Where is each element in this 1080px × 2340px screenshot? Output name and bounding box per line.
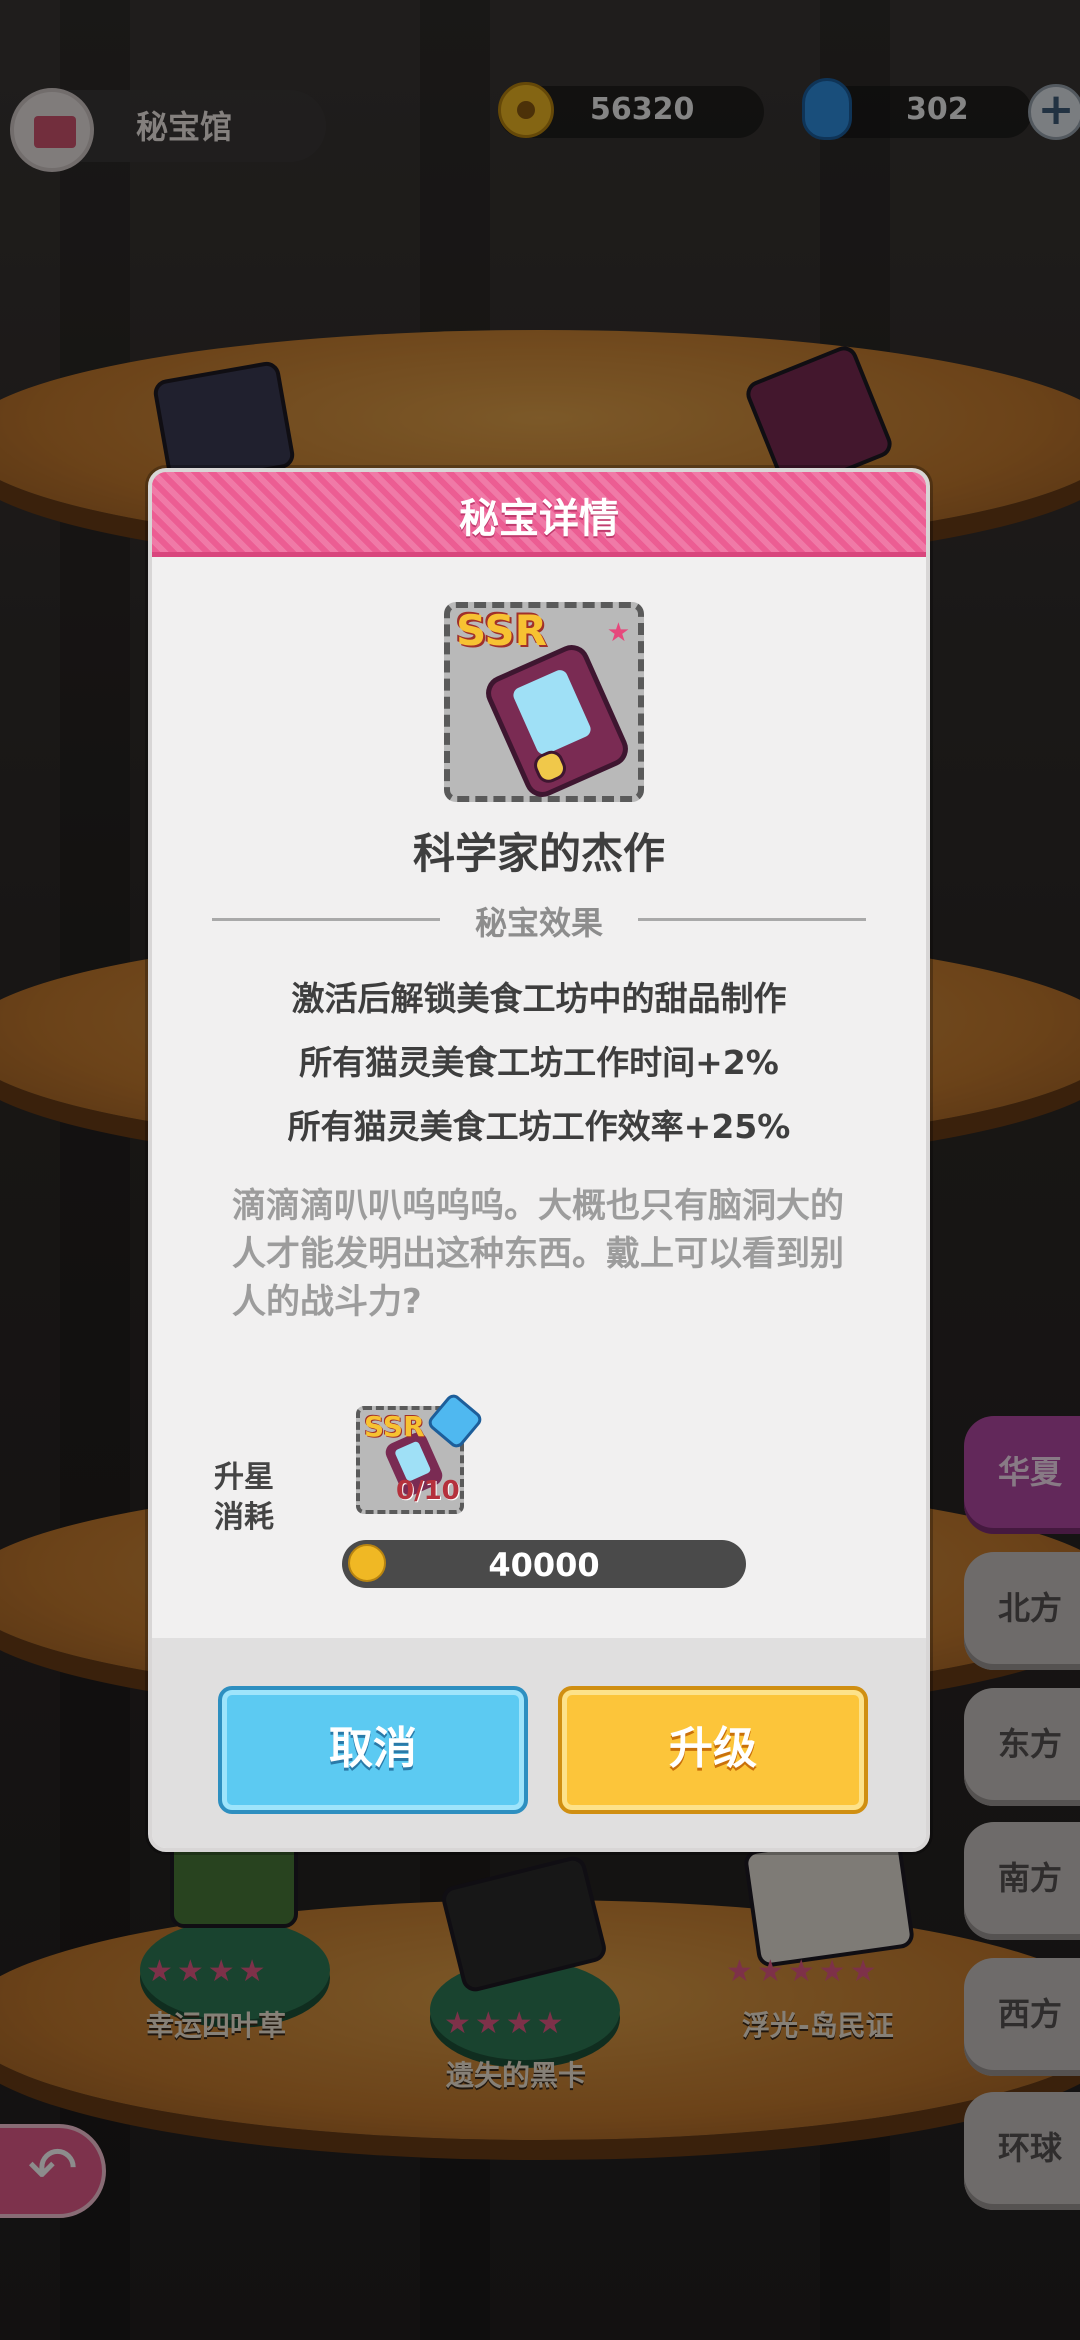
dialog-header: 秘宝详情: [152, 472, 926, 557]
cost-label-line2: 消耗: [214, 1500, 274, 1535]
cost-label-line1: 升星: [214, 1460, 274, 1495]
rarity-badge: SSR: [456, 606, 547, 655]
star-icon: ★: [606, 618, 630, 648]
treasure-detail-dialog: 秘宝详情 SSR ★ 科学家的杰作 秘宝效果 激活后解锁美食工坊中的甜品制作 所…: [148, 468, 930, 1852]
scanner-device-icon: [480, 639, 634, 803]
upgrade-button[interactable]: 升级: [558, 1686, 868, 1814]
upgrade-cost-label: 升星 消耗: [214, 1458, 294, 1538]
effect-line: 激活后解锁美食工坊中的甜品制作: [291, 979, 787, 1018]
upgrade-price: 40000: [488, 1546, 600, 1584]
effect-line: 所有猫灵美食工坊工作时间+2%: [299, 1043, 779, 1082]
item-name: 科学家的杰作: [412, 829, 665, 878]
effect-line: 所有猫灵美食工坊工作效率+25%: [287, 1107, 791, 1146]
mini-rarity-badge: SSR: [364, 1410, 425, 1443]
material-count: 0/10: [396, 1476, 460, 1506]
flavor-text: 滴滴滴叭叭呜呜呜。大概也只有脑洞大的人才能发明出这种东西。戴上可以看到别人的战斗…: [232, 1186, 844, 1322]
dialog-title: 秘宝详情: [459, 496, 619, 542]
cancel-button[interactable]: 取消: [218, 1686, 528, 1814]
item-portrait: SSR ★: [444, 602, 644, 803]
section-title: 秘宝效果: [474, 904, 603, 942]
